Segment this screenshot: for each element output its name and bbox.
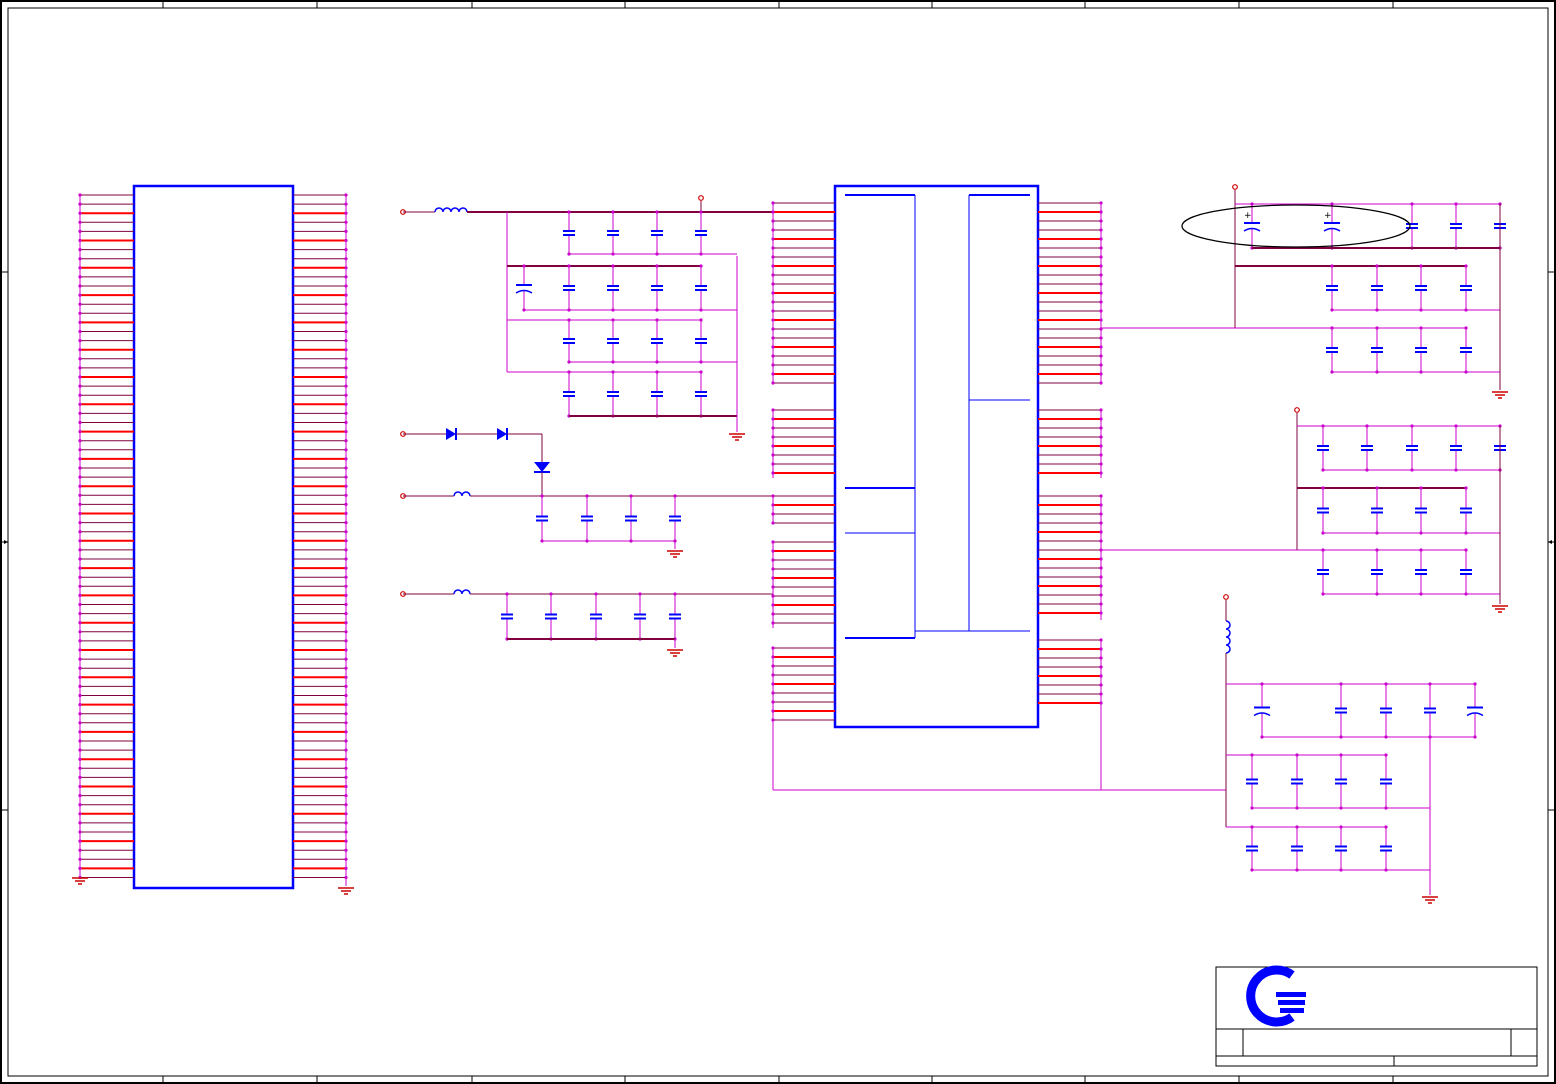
- junction-dot: [1419, 486, 1423, 490]
- junction-dot: [1321, 424, 1325, 428]
- diode: [497, 428, 507, 440]
- net-terminal: [1223, 594, 1229, 600]
- net-terminal: [698, 195, 704, 201]
- junction-dot: [673, 494, 677, 498]
- junction-dot: [655, 210, 659, 214]
- junction-dot: [1250, 202, 1254, 206]
- junction-dot: [1365, 424, 1369, 428]
- net-terminal: [1294, 407, 1300, 413]
- junction-dot: [505, 592, 509, 596]
- junction-dot: [1339, 825, 1343, 829]
- junction-dot: [1321, 486, 1325, 490]
- junction-dot: [567, 370, 571, 374]
- title-block: [1216, 967, 1537, 1066]
- inductor: [453, 589, 471, 595]
- junction-dot: [567, 264, 571, 268]
- zone-arrow: [4, 540, 8, 544]
- inductor: [434, 207, 468, 213]
- junction-dot: [1330, 264, 1334, 268]
- junction-dot: [1295, 753, 1299, 757]
- junction-dot: [1428, 682, 1432, 686]
- junction-dot: [567, 318, 571, 322]
- main-ic: [771, 184, 1297, 791]
- junction-dot: [1464, 486, 1468, 490]
- junction-dot: [1339, 753, 1343, 757]
- junction-dot: [1330, 326, 1334, 330]
- junction-dot: [540, 494, 544, 498]
- ic-body: [833, 184, 1040, 729]
- junction-dot: [611, 210, 615, 214]
- junction-dot: [1260, 682, 1264, 686]
- junction-dot: [1410, 424, 1414, 428]
- junction-dot: [1384, 825, 1388, 829]
- junction-dot: [655, 318, 659, 322]
- junction-dot: [1321, 548, 1325, 552]
- junction-dot: [594, 592, 598, 596]
- inductor: [453, 491, 471, 497]
- junction-dot: [1375, 264, 1379, 268]
- junction-dot: [1375, 326, 1379, 330]
- junction-dot: [1464, 326, 1468, 330]
- junction-dot: [611, 370, 615, 374]
- junction-dot: [1419, 264, 1423, 268]
- junction-dot: [1384, 682, 1388, 686]
- board-connector: [72, 184, 354, 895]
- junction-dot: [611, 264, 615, 268]
- junction-dot: [655, 264, 659, 268]
- junction-dot: [585, 494, 589, 498]
- junction-dot: [1295, 825, 1299, 829]
- zone-arrow: [1548, 540, 1552, 544]
- junction-dot: [567, 210, 571, 214]
- junction-dot: [1375, 486, 1379, 490]
- junction-dot: [1330, 202, 1334, 206]
- junction-dot: [1339, 682, 1343, 686]
- junction-dot: [1473, 682, 1477, 686]
- junction-dot: [699, 318, 703, 322]
- highlight-ellipse: [1181, 204, 1411, 248]
- junction-dot: [1464, 548, 1468, 552]
- junction-dot: [699, 210, 703, 214]
- net-terminal: [1232, 184, 1238, 190]
- junction-dot: [629, 494, 633, 498]
- junction-dot: [1384, 753, 1388, 757]
- junction-dot: [1454, 424, 1458, 428]
- junction-dot: [1250, 753, 1254, 757]
- junction-dot: [1454, 202, 1458, 206]
- junction-dot: [638, 592, 642, 596]
- polarity-mark: +: [1244, 211, 1252, 221]
- junction-dot: [1250, 825, 1254, 829]
- polarity-mark: +: [1324, 211, 1332, 221]
- decoupling-capacitor-banks: + +: [1181, 184, 1508, 904]
- junction-dot: [699, 370, 703, 374]
- junction-dot: [1375, 548, 1379, 552]
- junction-dot: [699, 264, 703, 268]
- schematic-sheet: + +: [0, 0, 1556, 1084]
- junction-dot: [1410, 202, 1414, 206]
- junction-dot: [673, 592, 677, 596]
- diode: [534, 462, 550, 472]
- junction-dot: [655, 370, 659, 374]
- junction-dot: [1464, 264, 1468, 268]
- junction-dot: [1419, 326, 1423, 330]
- junction-dot: [522, 264, 526, 268]
- junction-dot: [1419, 548, 1423, 552]
- connector-body: [132, 184, 295, 890]
- diode: [446, 428, 456, 440]
- junction-dot: [549, 592, 553, 596]
- inductor: [1225, 620, 1231, 654]
- power-filter-network: [400, 195, 773, 657]
- junction-dot: [611, 318, 615, 322]
